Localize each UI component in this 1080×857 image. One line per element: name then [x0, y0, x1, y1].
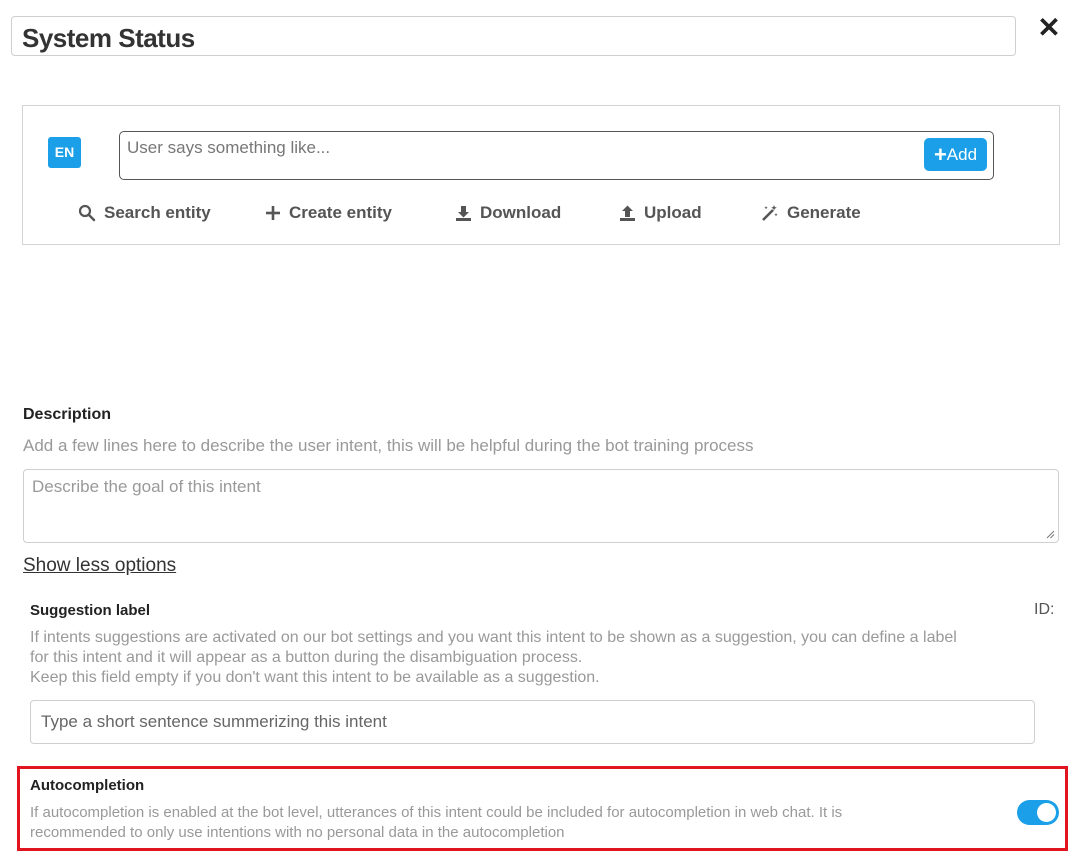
create-entity-label: Create entity — [289, 203, 392, 222]
language-badge[interactable]: EN — [48, 137, 81, 168]
intent-id-label: ID: — [1034, 601, 1055, 618]
resize-handle-icon[interactable] — [1046, 530, 1055, 539]
utterance-input[interactable]: User says something like... +Add — [119, 131, 994, 180]
autocompletion-hint-2: recommended to only use intentions with … — [30, 824, 565, 841]
utterance-toolbar: Search entity Create entity Download Upl… — [23, 203, 1059, 227]
upload-icon — [620, 205, 635, 221]
toggle-knob — [1037, 803, 1056, 822]
description-placeholder: Describe the goal of this intent — [32, 477, 261, 496]
description-hint: Add a few lines here to describe the use… — [23, 436, 754, 455]
autocompletion-toggle[interactable] — [1017, 800, 1059, 825]
upload-label: Upload — [644, 203, 702, 222]
show-less-options-link[interactable]: Show less options — [23, 555, 176, 577]
autocompletion-label: Autocompletion — [30, 777, 145, 794]
description-label: Description — [23, 406, 112, 423]
close-icon[interactable]: ✕ — [1036, 14, 1062, 42]
add-utterance-button[interactable]: +Add — [924, 138, 987, 171]
suggestion-label-input[interactable]: Type a short sentence summerizing this i… — [30, 700, 1035, 744]
suggestion-label-title: Suggestion label — [30, 602, 151, 619]
add-button-label: Add — [946, 145, 978, 164]
suggestion-hint-1: If intents suggestions are activated on … — [30, 629, 957, 646]
search-entity-button[interactable]: Search entity — [78, 203, 211, 223]
suggestion-placeholder: Type a short sentence summerizing this i… — [41, 712, 387, 731]
generate-button[interactable]: Generate — [761, 203, 861, 223]
search-entity-label: Search entity — [104, 203, 211, 222]
utterance-panel: EN User says something like... +Add Sear… — [22, 105, 1060, 245]
upload-button[interactable]: Upload — [619, 203, 702, 223]
magic-wand-icon — [762, 205, 778, 221]
search-icon — [78, 204, 96, 222]
suggestion-hint-2: for this intent and it will appear as a … — [30, 649, 583, 666]
autocompletion-hint-1: If autocompletion is enabled at the bot … — [30, 804, 843, 821]
plus-icon — [266, 206, 280, 220]
download-label: Download — [480, 203, 562, 222]
suggestion-hint-3: Keep this field empty if you don't want … — [30, 669, 600, 686]
description-textarea[interactable]: Describe the goal of this intent — [23, 469, 1059, 543]
intent-title-input[interactable]: System Status — [11, 16, 1016, 56]
utterance-placeholder: User says something like... — [127, 138, 331, 157]
generate-label: Generate — [787, 203, 861, 222]
plus-icon: + — [933, 142, 947, 167]
create-entity-button[interactable]: Create entity — [265, 203, 392, 223]
download-button[interactable]: Download — [455, 203, 561, 223]
download-icon — [456, 205, 471, 221]
